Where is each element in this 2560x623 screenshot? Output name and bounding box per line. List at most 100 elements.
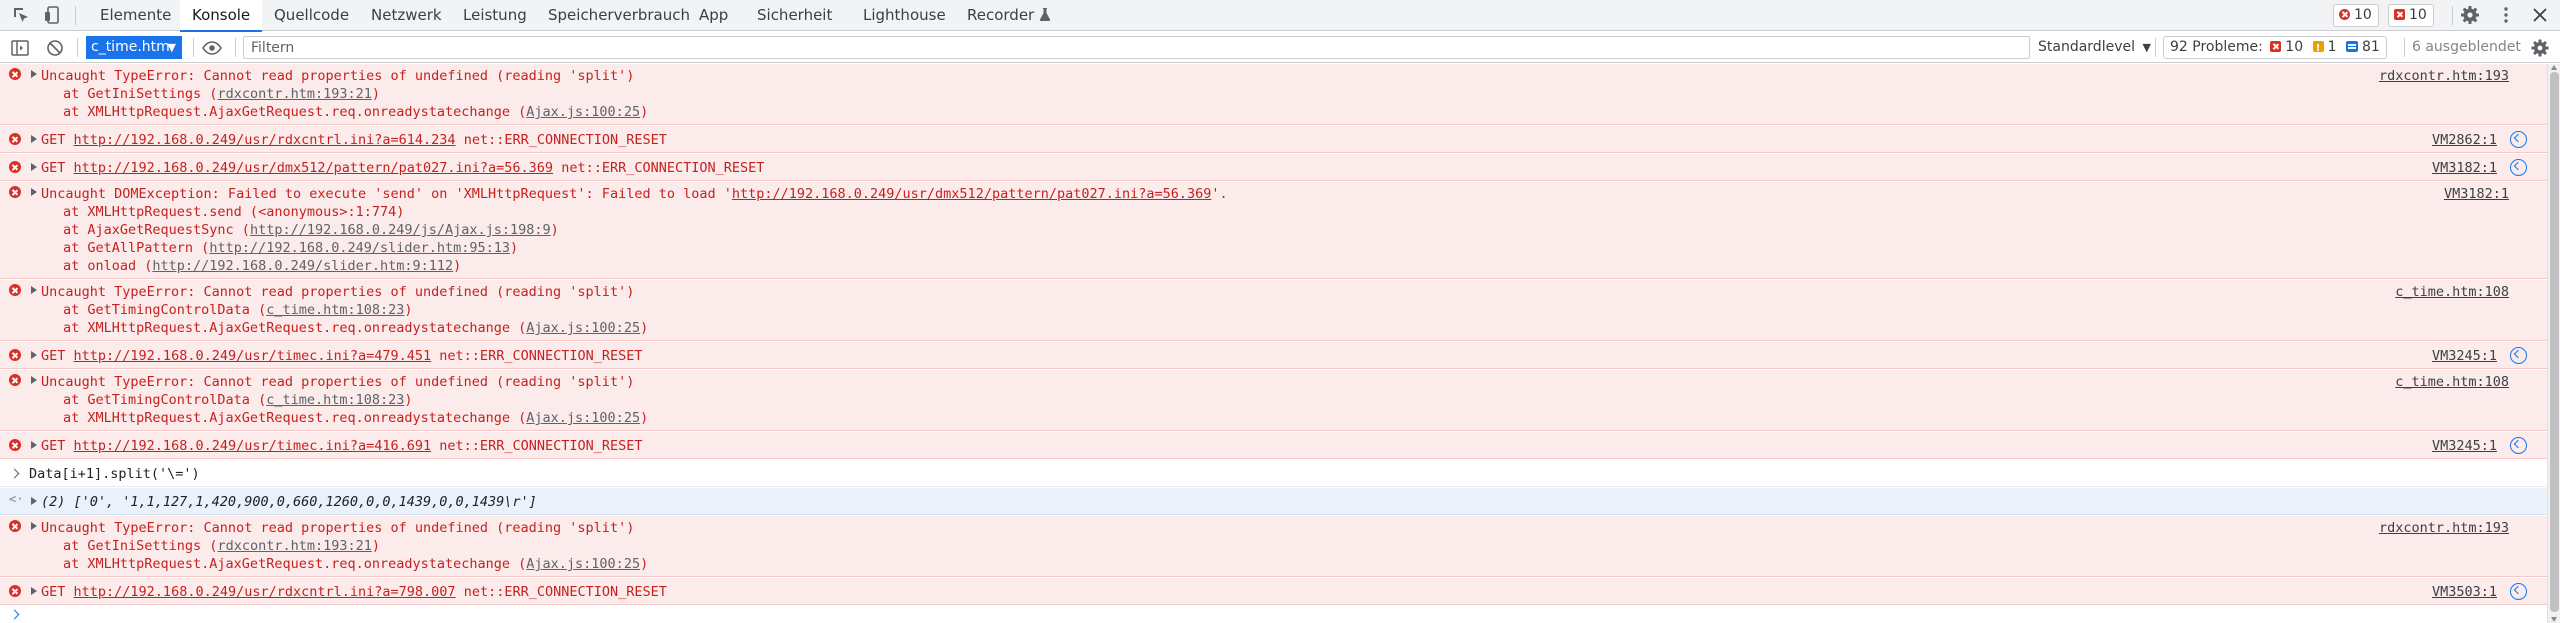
source-link[interactable]: VM3182:1: [2432, 159, 2497, 177]
filter-input[interactable]: [243, 36, 2030, 59]
console-network-error[interactable]: GET http://192.168.0.249/usr/rdxcntrl.in…: [0, 126, 2547, 153]
tab-console[interactable]: Konsole: [180, 0, 263, 32]
live-expression-eye-icon[interactable]: [202, 38, 222, 58]
clear-console-icon[interactable]: [45, 38, 65, 58]
source-link[interactable]: c_time.htm:108: [2395, 373, 2509, 391]
expand-triangle-icon[interactable]: [31, 587, 37, 595]
console-settings-gear-icon[interactable]: [2530, 38, 2550, 58]
result-arrow-icon: <·: [9, 492, 24, 506]
source-link[interactable]: VM3503:1: [2432, 583, 2497, 601]
tab-memory[interactable]: Speicherverbrauch: [536, 0, 702, 31]
stack-link[interactable]: Ajax.js:100:25: [526, 410, 640, 426]
stack-link[interactable]: Ajax.js:100:25: [526, 104, 640, 120]
expand-triangle-icon[interactable]: [31, 135, 37, 143]
stack-link[interactable]: http://192.168.0.249/slider.htm:9:112: [152, 258, 453, 274]
tab-sources[interactable]: Quellcode: [262, 0, 361, 31]
replay-request-icon[interactable]: [2510, 159, 2527, 176]
log-level-dropdown[interactable]: Standardlevel ▼: [2038, 36, 2151, 59]
request-url-link[interactable]: http://192.168.0.249/usr/dmx512/pattern/…: [74, 160, 554, 176]
replay-request-icon[interactable]: [2510, 437, 2527, 454]
replay-request-icon[interactable]: [2510, 131, 2527, 148]
console-scrollbar[interactable]: [2547, 64, 2560, 623]
stack-link[interactable]: c_time.htm:108:23: [266, 302, 404, 318]
stack-frame: at GetTimingControlData (c_time.htm:108:…: [63, 392, 413, 408]
error-circle-icon: [9, 520, 21, 532]
expand-triangle-icon[interactable]: [31, 163, 37, 171]
error-circle-icon: [9, 349, 21, 361]
stack-link[interactable]: rdxcontr.htm:193:21: [217, 86, 371, 102]
console-error-message[interactable]: Uncaught TypeError: Cannot read properti…: [0, 370, 2547, 431]
network-error-text: GET http://192.168.0.249/usr/timec.ini?a…: [41, 348, 643, 364]
console-error-message[interactable]: Uncaught DOMException: Failed to execute…: [0, 182, 2547, 279]
request-url-link[interactable]: http://192.168.0.249/usr/timec.ini?a=479…: [74, 348, 432, 364]
tab-network[interactable]: Netzwerk: [359, 0, 454, 31]
tab-application[interactable]: App: [687, 0, 740, 31]
source-link[interactable]: VM3245:1: [2432, 347, 2497, 365]
stack-link[interactable]: rdxcontr.htm:193:21: [217, 538, 371, 554]
console-network-error[interactable]: GET http://192.168.0.249/usr/timec.ini?a…: [0, 432, 2547, 459]
close-devtools-icon[interactable]: [2530, 5, 2550, 25]
flask-icon: [1039, 8, 1051, 21]
sidebar-toggle-icon[interactable]: [10, 38, 30, 58]
issues-count-badge[interactable]: 10: [2388, 4, 2434, 27]
console-error-message[interactable]: Uncaught TypeError: Cannot read properti…: [0, 516, 2547, 577]
tab-security[interactable]: Sicherheit: [745, 0, 844, 31]
settings-gear-icon[interactable]: [2460, 5, 2480, 25]
stack-link[interactable]: Ajax.js:100:25: [526, 556, 640, 572]
source-link[interactable]: c_time.htm:108: [2395, 283, 2509, 301]
console-network-error[interactable]: GET http://192.168.0.249/usr/timec.ini?a…: [0, 342, 2547, 369]
source-link[interactable]: rdxcontr.htm:193: [2379, 67, 2509, 85]
tab-elements[interactable]: Elemente: [88, 0, 183, 31]
device-toolbar-icon[interactable]: [42, 5, 62, 25]
replay-request-icon[interactable]: [2510, 347, 2527, 364]
tab-lighthouse[interactable]: Lighthouse: [851, 0, 958, 31]
stack-link[interactable]: c_time.htm:108:23: [266, 392, 404, 408]
source-link[interactable]: VM3245:1: [2432, 437, 2497, 455]
inspect-element-icon[interactable]: [11, 5, 31, 25]
expand-triangle-icon[interactable]: [31, 351, 37, 359]
replay-request-icon[interactable]: [2510, 583, 2527, 600]
tab-recorder[interactable]: Recorder: [955, 0, 1063, 31]
console-error-message[interactable]: Uncaught TypeError: Cannot read properti…: [0, 280, 2547, 341]
network-error-text: GET http://192.168.0.249/usr/rdxcntrl.in…: [41, 132, 667, 148]
tab-performance[interactable]: Leistung: [451, 0, 539, 31]
expand-triangle-icon[interactable]: [31, 522, 37, 530]
more-options-icon[interactable]: [2496, 5, 2516, 25]
expand-triangle-icon[interactable]: [31, 497, 37, 505]
scroll-down-arrow-icon[interactable]: [2551, 617, 2557, 622]
issues-counter-button[interactable]: 92 Probleme: 10 1 81: [2163, 36, 2387, 59]
expand-triangle-icon[interactable]: [31, 70, 37, 78]
request-url-link[interactable]: http://192.168.0.249/usr/rdxcntrl.ini?a=…: [74, 132, 456, 148]
request-url-link[interactable]: http://192.168.0.249/usr/timec.ini?a=416…: [74, 438, 432, 454]
stack-link[interactable]: http://192.168.0.249/slider.htm:95:13: [209, 240, 510, 256]
source-link[interactable]: VM2862:1: [2432, 131, 2497, 149]
request-url-link[interactable]: http://192.168.0.249/usr/rdxcntrl.ini?a=…: [74, 584, 456, 600]
console-prompt[interactable]: [0, 606, 2547, 623]
scrollbar-thumb[interactable]: [2550, 72, 2559, 612]
source-link[interactable]: VM3182:1: [2444, 185, 2509, 203]
console-network-error[interactable]: GET http://192.168.0.249/usr/rdxcntrl.in…: [0, 578, 2547, 605]
request-url-link[interactable]: http://192.168.0.249/usr/dmx512/pattern/…: [732, 186, 1212, 202]
stack-frame: at XMLHttpRequest.AjaxGetRequest.req.onr…: [63, 320, 649, 336]
console-toolbar: c_time.htm ▼ Standardlevel ▼ 92 Probleme…: [0, 32, 2560, 63]
expand-triangle-icon[interactable]: [31, 286, 37, 294]
console-input-entry[interactable]: Data[i+1].split('\='): [0, 460, 2547, 487]
console-messages: Uncaught TypeError: Cannot read properti…: [0, 64, 2547, 623]
expand-triangle-icon[interactable]: [31, 376, 37, 384]
issue-error-icon: [2394, 9, 2405, 20]
error-text: Uncaught TypeError: Cannot read properti…: [41, 68, 635, 84]
toolbar-separator: [2404, 38, 2405, 57]
console-network-error[interactable]: GET http://192.168.0.249/usr/dmx512/patt…: [0, 154, 2547, 181]
issues-count: 10: [2409, 7, 2427, 23]
expand-triangle-icon[interactable]: [31, 441, 37, 449]
error-circle-icon: [9, 284, 21, 296]
source-link[interactable]: rdxcontr.htm:193: [2379, 519, 2509, 537]
scroll-up-arrow-icon[interactable]: [2551, 65, 2557, 70]
expand-triangle-icon[interactable]: [31, 188, 37, 196]
context-selector[interactable]: c_time.htm ▼: [86, 36, 182, 59]
console-error-message[interactable]: Uncaught TypeError: Cannot read properti…: [0, 64, 2547, 125]
stack-link[interactable]: http://192.168.0.249/js/Ajax.js:198:9: [250, 222, 551, 238]
console-result-entry[interactable]: <· (2) ['0', '1,1,127,1,420,900,0,660,12…: [0, 488, 2547, 515]
error-count-badge[interactable]: 10: [2333, 4, 2379, 27]
stack-link[interactable]: Ajax.js:100:25: [526, 320, 640, 336]
